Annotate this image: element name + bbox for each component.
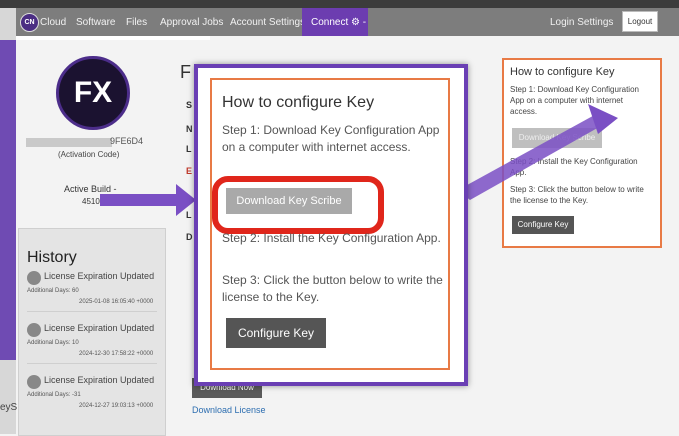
modal-step2: Step 2: Install the Key Configuration Ap… [222,231,441,245]
download-key-scribe-button[interactable]: Download Key Scribe [226,188,352,214]
configure-key-button[interactable]: Configure Key [226,318,326,348]
right-arrow-icon [458,112,608,200]
modal-step1: Step 1: Download Key Configuration App o… [222,123,440,154]
modal-title: How to configure Key [222,94,375,111]
modal-step3: Step 3: Click the button below to write … [222,273,443,304]
modal-frame: How to configure Key Step 1: Download Ke… [210,78,450,370]
configure-key-modal: How to configure Key Step 1: Download Ke… [194,64,468,386]
left-arrow-icon [100,184,196,216]
